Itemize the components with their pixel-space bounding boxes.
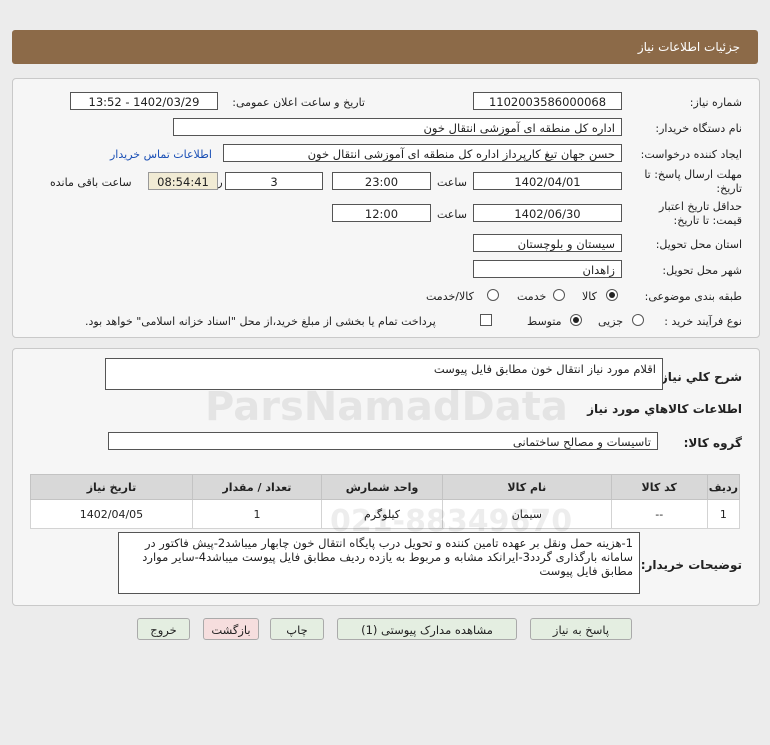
page-title: جزئیات اطلاعات نیاز bbox=[637, 40, 740, 54]
price-validity-label-2: قیمت: تا تاریخ: bbox=[673, 214, 742, 227]
reply-button[interactable]: پاسخ به نیاز bbox=[530, 618, 632, 640]
goods-group-field: تاسیسات و مصالح ساختمانی bbox=[108, 432, 658, 450]
reply-deadline-label-1: مهلت ارسال پاسخ: تا bbox=[644, 168, 742, 181]
goods-group-label: گروه کالا: bbox=[683, 436, 742, 450]
col-header-need-date: تاریخ نیاز bbox=[30, 474, 193, 500]
price-validity-time: 12:00 bbox=[332, 204, 431, 222]
buyer-notes-line-1: 1-هزینه حمل ونقل بر عهده تامین کننده و ت… bbox=[144, 536, 633, 550]
province-label: استان محل تحویل: bbox=[655, 238, 742, 251]
cell-unit: کیلوگرم bbox=[320, 499, 444, 529]
reply-deadline-time: 23:00 bbox=[332, 172, 431, 190]
cell-item-code: -- bbox=[610, 499, 708, 529]
buyer-notes-field: 1-هزینه حمل ونقل بر عهده تامین کننده و ت… bbox=[118, 532, 640, 594]
summary-field: اقلام مورد نیاز انتقال خون مطابق فایل پی… bbox=[105, 358, 663, 390]
price-validity-date: 1402/06/30 bbox=[473, 204, 622, 222]
category-option-goods: کالا bbox=[582, 290, 597, 303]
back-button[interactable]: بازگشت bbox=[203, 618, 259, 640]
city-label: شهر محل تحویل: bbox=[662, 264, 742, 277]
page-header: جزئیات اطلاعات نیاز bbox=[12, 30, 758, 64]
col-header-row-number: ردیف bbox=[706, 474, 741, 500]
purchase-option-minor: جزیی bbox=[598, 315, 624, 328]
treasury-note: پرداخت تمام یا بخشی از مبلغ خرید،از محل … bbox=[85, 315, 436, 328]
purchase-type-label: نوع فرآیند خرید : bbox=[664, 315, 742, 328]
city-field: زاهدان bbox=[473, 260, 622, 278]
print-button[interactable]: چاپ bbox=[270, 618, 324, 640]
view-attachments-button[interactable]: مشاهده مدارک پیوستی (1) bbox=[337, 618, 517, 640]
remaining-label: ساعت باقی مانده bbox=[50, 176, 132, 189]
category-label: طبقه بندی موضوعی: bbox=[644, 290, 742, 303]
reply-deadline-label-2: تاریخ: bbox=[716, 182, 742, 195]
announce-datetime-field: 1402/03/29 - 13:52 bbox=[70, 92, 218, 110]
price-time-label: ساعت bbox=[437, 208, 467, 221]
col-header-unit: واحد شمارش bbox=[320, 474, 444, 500]
col-header-quantity: تعداد / مقدار bbox=[191, 474, 322, 500]
buyer-notes-label: توضیحات خریدار: bbox=[640, 558, 742, 572]
purchase-option-medium: متوسط bbox=[527, 315, 562, 328]
need-number-field: 1102003586000068 bbox=[473, 92, 622, 110]
reply-time-label: ساعت bbox=[437, 176, 467, 189]
exit-button[interactable]: خروج bbox=[137, 618, 190, 640]
buyer-contact-link[interactable]: اطلاعات تماس خریدار bbox=[110, 148, 212, 161]
purchase-radio-minor[interactable] bbox=[632, 314, 644, 326]
category-radio-goods-service[interactable] bbox=[487, 289, 499, 301]
buyer-org-field: اداره کل منطقه ای آموزشی انتقال خون bbox=[173, 118, 622, 136]
table-header-row: ردیف کد کالا نام کالا واحد شمارش تعداد /… bbox=[30, 474, 741, 500]
treasury-checkbox[interactable] bbox=[480, 314, 492, 326]
buyer-notes-line-2: سامانه بارگذاری گردد3-ایرانکد مشابه و مر… bbox=[142, 550, 633, 564]
remaining-time-field: 08:54:41 bbox=[148, 172, 218, 190]
cell-need-date: 1402/04/05 bbox=[30, 499, 193, 529]
table-row: 1 -- سیمان کیلوگرم 1 1402/04/05 bbox=[30, 499, 741, 529]
col-header-item-code: کد کالا bbox=[610, 474, 708, 500]
reply-days-field: 3 bbox=[225, 172, 323, 190]
announce-datetime-label: تاریخ و ساعت اعلان عمومی: bbox=[232, 96, 365, 109]
requester-label: ایجاد کننده درخواست: bbox=[640, 148, 742, 161]
requester-field: حسن جهان تیغ کارپرداز اداره کل منطقه ای … bbox=[223, 144, 622, 162]
reply-deadline-date: 1402/04/01 bbox=[473, 172, 622, 190]
cell-row-number: 1 bbox=[706, 499, 741, 529]
category-option-service: خدمت bbox=[517, 290, 547, 303]
col-header-item-name: نام کالا bbox=[442, 474, 612, 500]
purchase-radio-medium[interactable] bbox=[570, 314, 582, 326]
cell-quantity: 1 bbox=[191, 499, 322, 529]
goods-section-title: اطلاعات کالاهاي مورد نياز bbox=[587, 402, 742, 416]
buyer-org-label: نام دستگاه خریدار: bbox=[655, 122, 742, 135]
province-field: سیستان و بلوچستان bbox=[473, 234, 622, 252]
summary-label: شرح کلي نياز: bbox=[656, 370, 742, 384]
category-radio-goods[interactable] bbox=[606, 289, 618, 301]
need-number-label: شماره نیاز: bbox=[689, 96, 742, 109]
buyer-notes-line-3: مطابق فایل پیوست bbox=[539, 564, 633, 578]
category-option-goods-service: کالا/خدمت bbox=[426, 290, 474, 303]
goods-table: ردیف کد کالا نام کالا واحد شمارش تعداد /… bbox=[30, 474, 741, 529]
price-validity-label-1: حداقل تاریخ اعتبار bbox=[658, 200, 742, 213]
category-radio-service[interactable] bbox=[553, 289, 565, 301]
cell-item-name: سیمان bbox=[442, 499, 612, 529]
